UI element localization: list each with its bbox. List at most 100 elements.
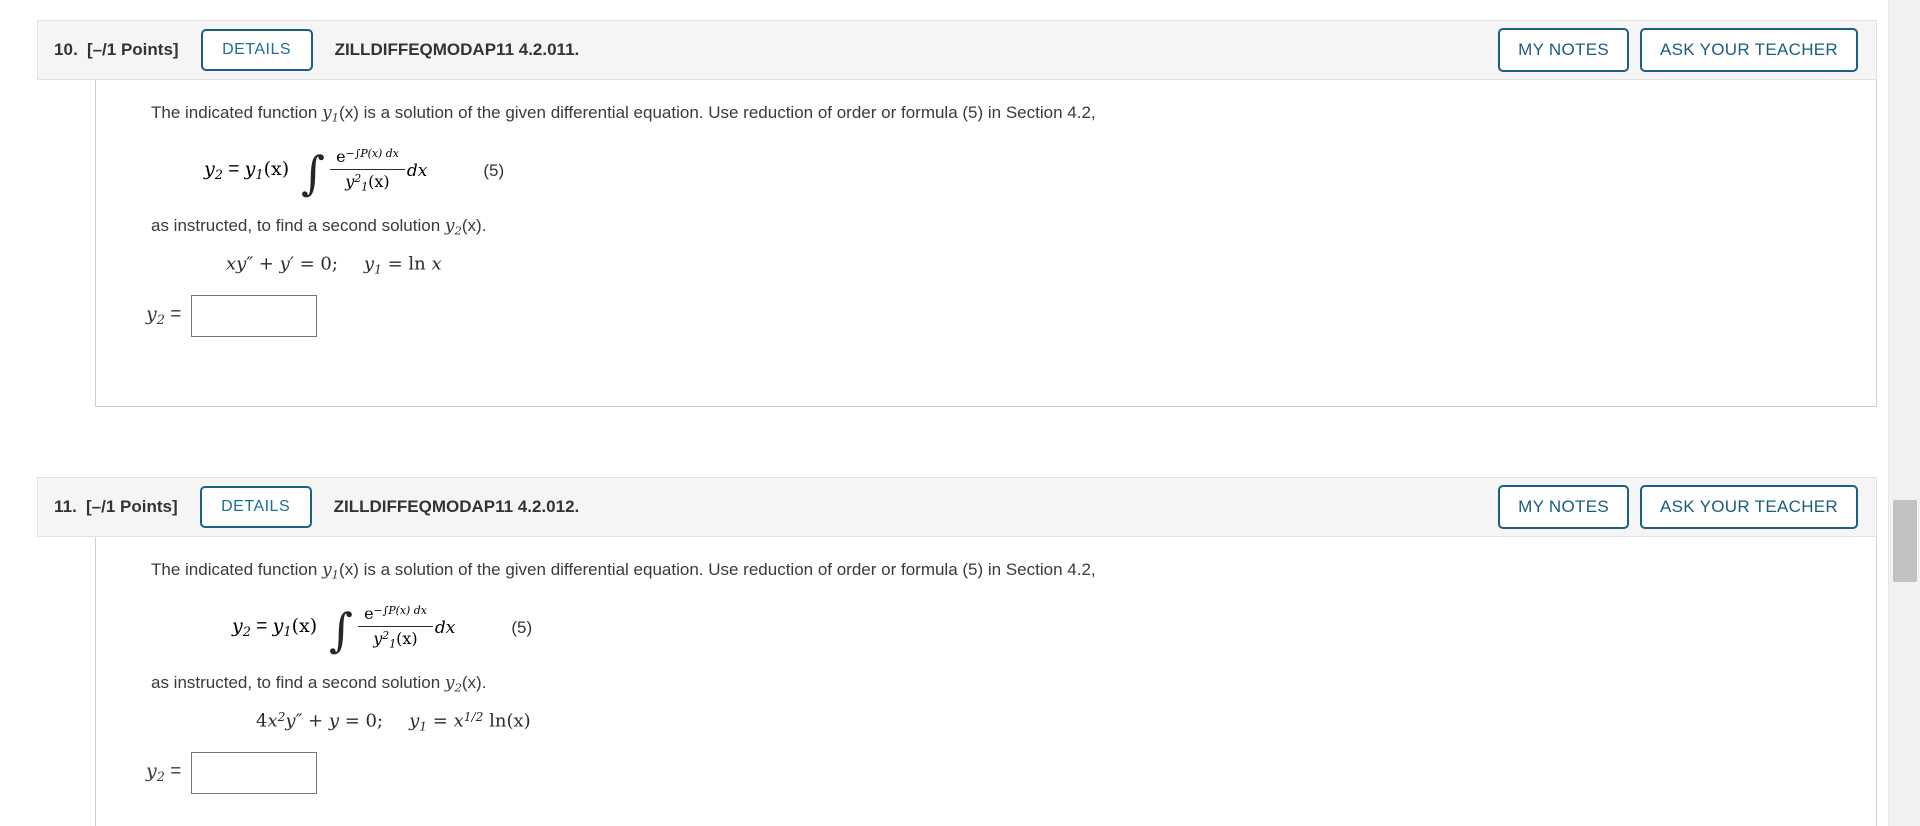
answer-label-y: y — [146, 303, 157, 326]
formula-y1: y — [244, 158, 256, 181]
prompt-text-after: (x) is a solution of the given different… — [339, 103, 1096, 122]
answer-input[interactable] — [191, 751, 318, 794]
question-header-10: 10. [–/1 Points] DETAILS ZILLDIFFEQMODAP… — [37, 20, 1877, 80]
instruction-y2-sub: 2 — [454, 223, 462, 238]
formula-y1-sub: 1 — [255, 168, 264, 184]
ode-y-double-prime: y″ — [285, 710, 303, 732]
reduction-of-order-formula: y2 = y1(x) ∫ e−∫P(x) dx y21(x) dx (5) — [232, 602, 533, 657]
formula-y2-sub: 2 — [214, 168, 223, 184]
ode-x-term: x — [267, 710, 278, 732]
my-notes-button[interactable]: MY NOTES — [1498, 28, 1629, 72]
answer-label: y2 = — [146, 303, 181, 328]
fraction-numerator: e−∫P(x) dx — [358, 604, 433, 626]
question-header-11: 11. [–/1 Points] DETAILS ZILLDIFFEQMODAP… — [37, 477, 1877, 537]
prompt-y1-subscript: 1 — [331, 567, 340, 582]
denominator-y: y — [373, 629, 383, 649]
exponent-minus: − — [345, 147, 355, 161]
prompt-y1-subscript: 1 — [331, 110, 340, 125]
ask-your-teacher-button[interactable]: ASK YOUR TEACHER — [1640, 28, 1858, 72]
ode-y1-value-base: ln — [408, 253, 426, 275]
ode-y1-equals: = — [427, 710, 454, 732]
question-prompt: The indicated function y1(x) is a soluti… — [96, 559, 1876, 583]
ask-your-teacher-button[interactable]: ASK YOUR TEACHER — [1640, 485, 1858, 529]
formula-equals: = — [250, 616, 273, 638]
formula-y2: y — [204, 158, 215, 181]
ode-plus: + — [302, 710, 329, 732]
answer-label-y: y — [146, 760, 157, 783]
exponent-rest: P(x) dx — [388, 604, 427, 618]
ode-y1-value-base: x — [453, 710, 464, 732]
question-number: 10. — [54, 40, 78, 59]
question-prompt: The indicated function y1(x) is a soluti… — [96, 102, 1876, 126]
formula-y1-sub: 1 — [283, 625, 292, 641]
question-body-11: The indicated function y1(x) is a soluti… — [95, 537, 1877, 826]
ode-second-term: y — [328, 710, 340, 732]
instruction-y2-sub: 2 — [454, 680, 462, 695]
answer-label-sub: 2 — [156, 770, 165, 786]
instruction-after: (x). — [461, 215, 487, 235]
answer-row: y2 = — [96, 294, 1876, 337]
answer-row: y2 = — [96, 751, 1876, 794]
prompt-text-before: The indicated function — [151, 103, 323, 122]
differential-equation: 4x2y″ + y = 0; y1 = x1/2 ln(x) — [96, 710, 1876, 733]
ode-y-double-prime: y″ — [236, 253, 254, 275]
question-code: ZILLDIFFEQMODAP11 4.2.011. — [334, 40, 580, 59]
question-card-10: 10. [–/1 Points] DETAILS ZILLDIFFEQMODAP… — [37, 20, 1877, 407]
details-button[interactable]: DETAILS — [200, 29, 313, 71]
answer-label-sub: 2 — [156, 313, 165, 329]
denominator-arg: (x) — [396, 629, 418, 649]
fraction-numerator: e−∫P(x) dx — [330, 147, 405, 169]
answer-label-equals: = — [164, 304, 182, 326]
ode-y1-equals: = — [381, 253, 409, 275]
ode-y1-sub: 1 — [419, 719, 428, 734]
differential-equation: xy″ + y′ = 0; y1 = ln x — [96, 253, 1876, 277]
instruction-before: as instructed, to find a second solution — [151, 672, 445, 692]
question-code: ZILLDIFFEQMODAP11 4.2.012. — [333, 497, 580, 516]
formula-y2: y — [232, 615, 243, 638]
denominator-y: y — [345, 172, 355, 192]
instruction-y2: y — [444, 215, 455, 236]
formula-y1: y — [272, 615, 284, 638]
scroll-content: 10. [–/1 Points] DETAILS ZILLDIFFEQMODAP… — [0, 0, 1888, 826]
ode-equals-zero: = 0; — [339, 710, 384, 732]
formula-fraction: e−∫P(x) dx y21(x) — [330, 147, 405, 194]
instruction-text: as instructed, to find a second solution… — [96, 216, 1876, 238]
ode-x-term: x — [226, 253, 237, 275]
formula-left-side: y2 = y1(x) — [232, 615, 317, 640]
answer-label-equals: = — [164, 761, 182, 783]
vertical-scrollbar-thumb[interactable] — [1893, 500, 1917, 582]
instruction-after: (x). — [461, 672, 487, 692]
details-button[interactable]: DETAILS — [199, 486, 312, 528]
numerator-exponent: −∫P(x) dx — [374, 605, 427, 618]
numerator-e: e — [336, 147, 346, 167]
vertical-scrollbar-track[interactable] — [1888, 0, 1920, 826]
formula-equals: = — [222, 159, 245, 181]
equation-tag: (5) — [511, 617, 533, 637]
answer-input[interactable] — [191, 294, 318, 337]
question-points: [–/1 Points] — [86, 40, 179, 59]
question-body-10: The indicated function y1(x) is a soluti… — [95, 80, 1877, 407]
formula-left-side: y2 = y1(x) — [204, 158, 289, 183]
formula-dx: dx — [406, 160, 428, 181]
formula-y1-arg: (x) — [263, 158, 290, 181]
question-number: 11. — [54, 497, 77, 516]
prompt-y1-symbol: y — [322, 103, 332, 123]
ode-plus: + — [253, 253, 280, 275]
formula-y1-arg: (x) — [291, 615, 318, 638]
numerator-e: e — [364, 604, 374, 624]
ode-y1-value-rest: x — [425, 253, 442, 275]
ode-y1-sub: 1 — [374, 262, 382, 277]
my-notes-button[interactable]: MY NOTES — [1498, 485, 1629, 529]
fraction-denominator: y21(x) — [339, 170, 395, 193]
question-points: [–/1 Points] — [86, 497, 178, 516]
instruction-before: as instructed, to find a second solution — [151, 215, 445, 235]
ode-y1-label: y — [409, 710, 420, 732]
prompt-text-after: (x) is a solution of the given different… — [339, 560, 1096, 579]
denominator-arg: (x) — [368, 172, 390, 192]
ode-coefficient: 4 — [256, 710, 268, 732]
exponent-rest: P(x) dx — [360, 147, 399, 161]
formula-y2-sub: 2 — [242, 625, 251, 641]
ode-second-term: y′ — [279, 253, 294, 275]
ode-equals-zero: = 0; — [293, 253, 338, 275]
equation-tag: (5) — [483, 160, 505, 180]
